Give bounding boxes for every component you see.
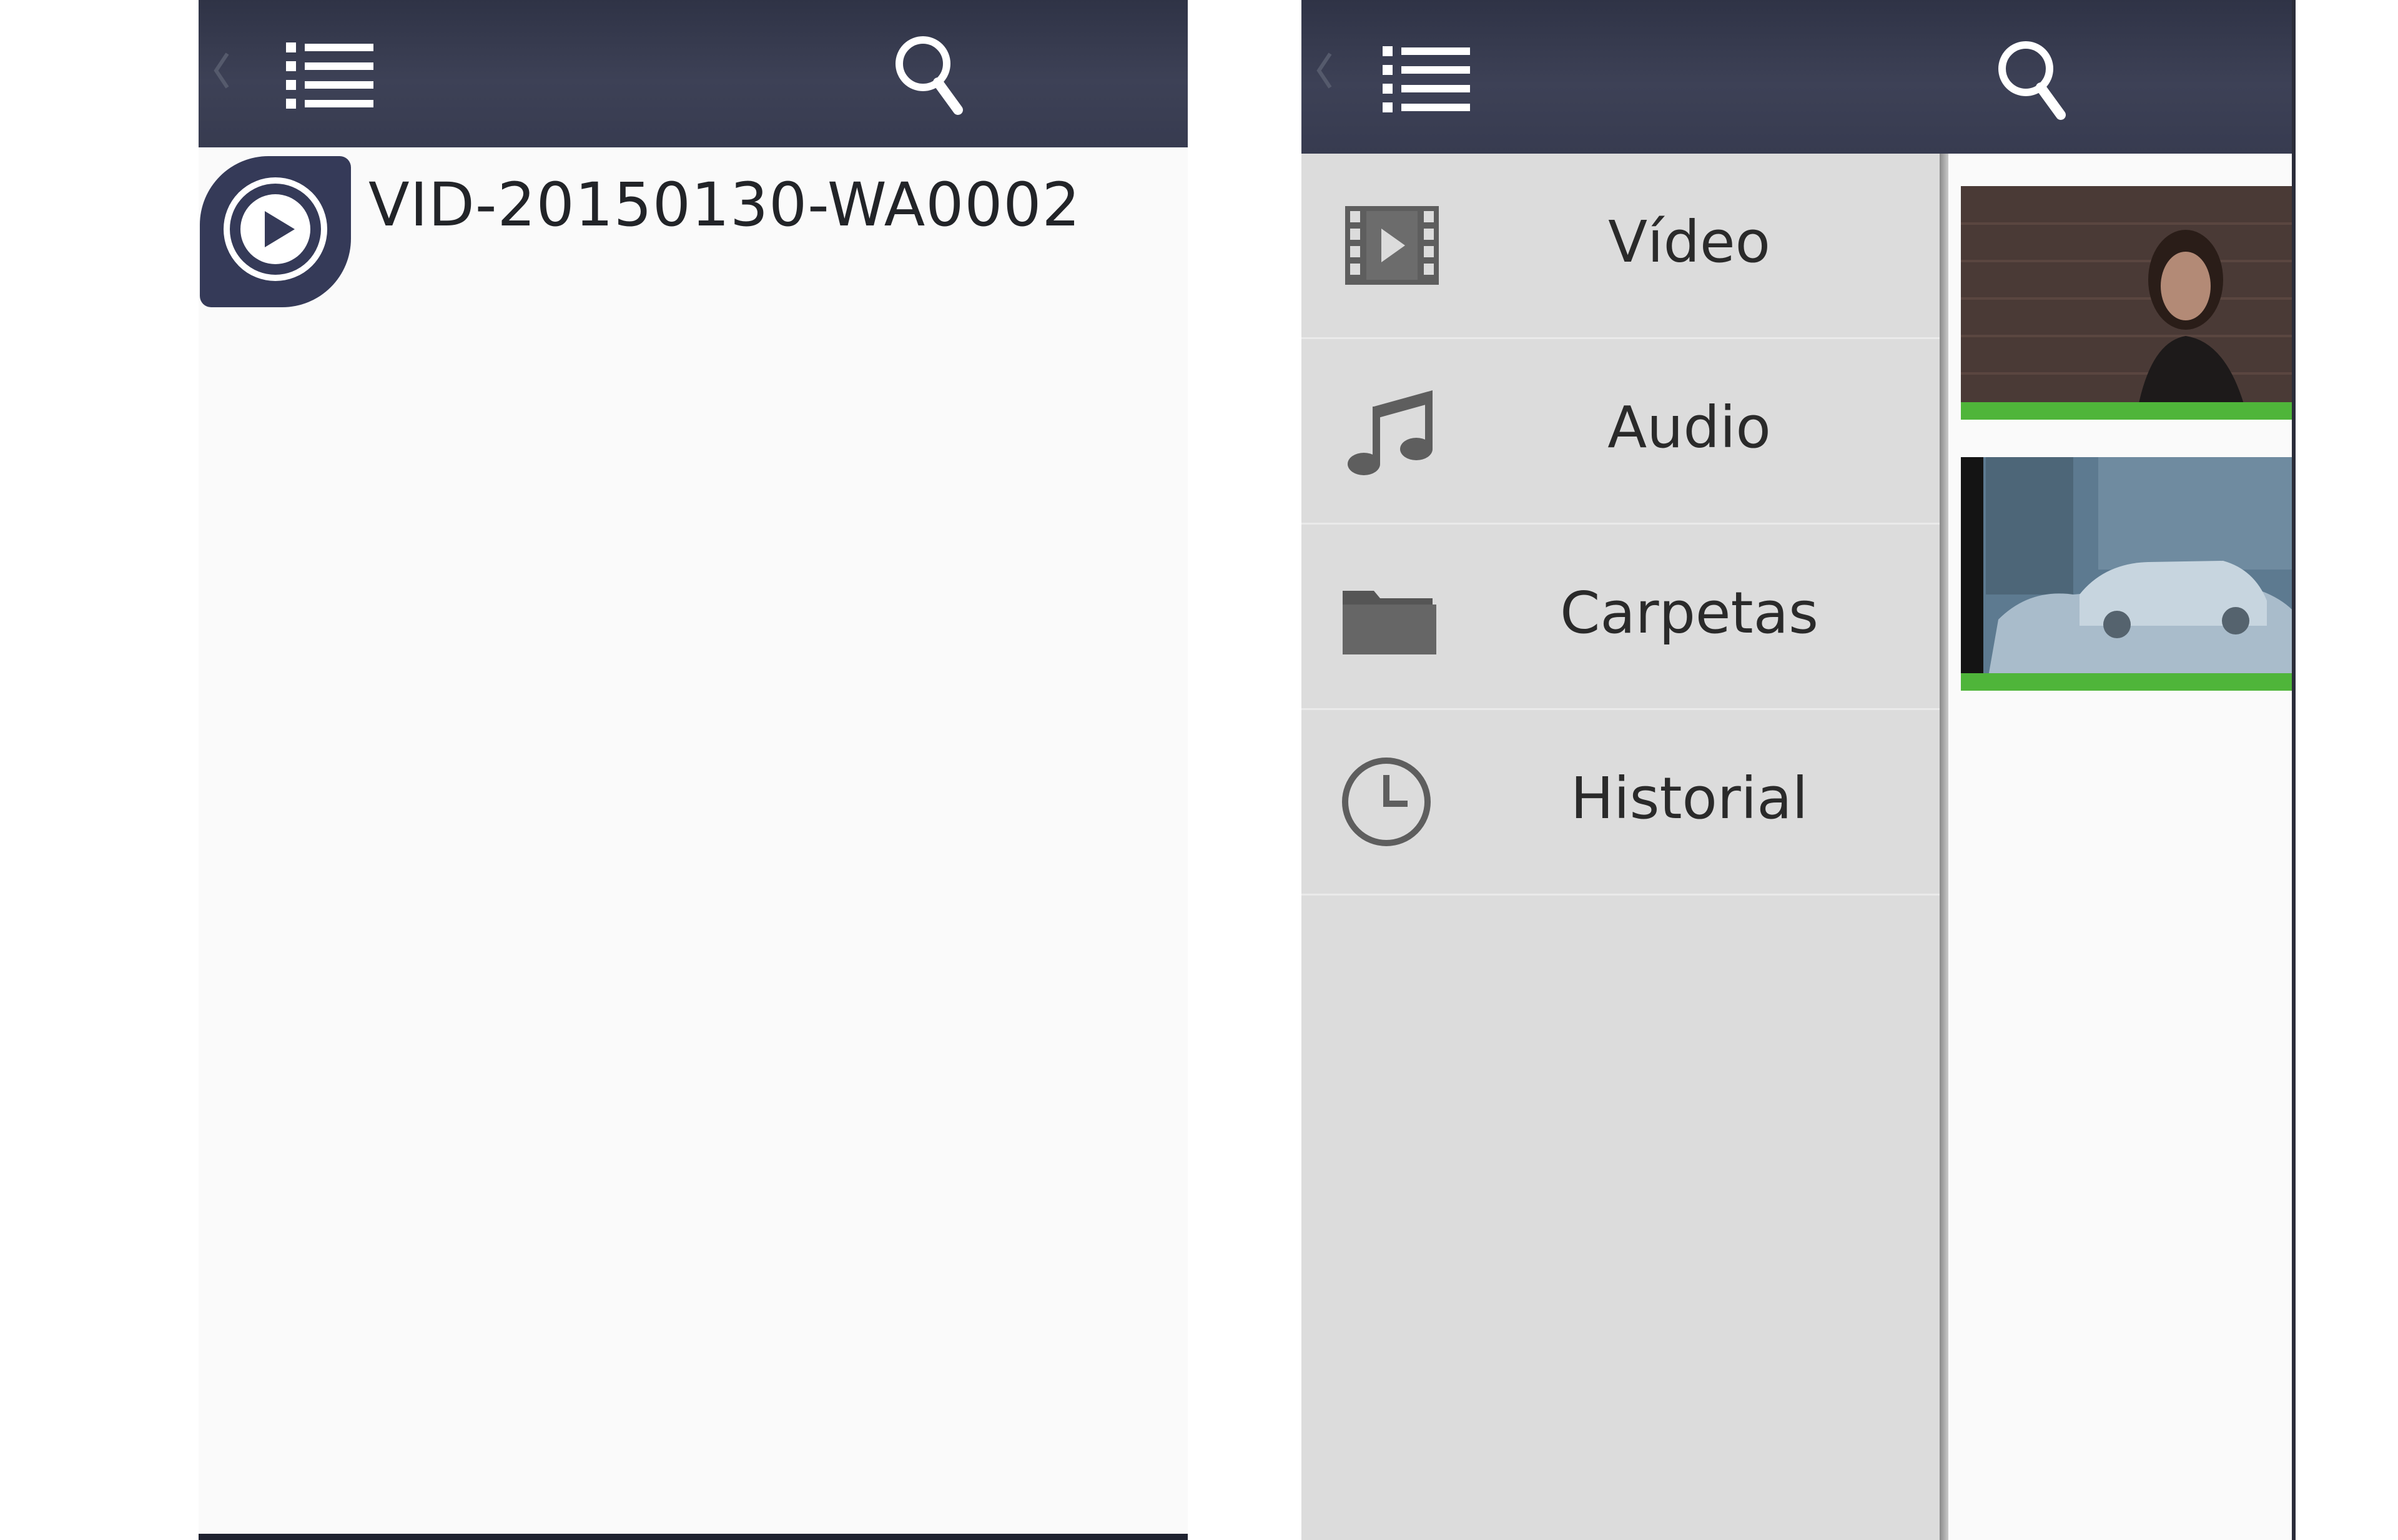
drawer-item-video[interactable]: Vídeo [1301,154,1940,339]
film-icon [1345,206,1439,285]
video-list-screen: VID-20150130-WA0002 [199,0,1188,1540]
app-bar [1301,0,2296,154]
play-circle-icon [224,177,327,281]
navigation-drawer: Vídeo Audio Carpetas Historial [1301,154,1940,1540]
video-thumbnail[interactable] [1961,457,2296,691]
back-chevron-icon[interactable] [1315,49,1334,92]
drawer-item-label: Carpetas [1560,580,1818,646]
video-thumbnail[interactable] [1961,186,2296,420]
menu-list-icon[interactable] [1376,35,1483,122]
menu-list-icon[interactable] [280,31,386,119]
drawer-item-history[interactable]: Historial [1301,710,1940,896]
progress-bar [1961,402,2296,420]
navigation-drawer-screen: Vídeo Audio Carpetas Historial [1301,0,2296,1540]
drawer-item-label: Vídeo [1608,209,1770,275]
bottom-bar [199,1534,1188,1540]
drawer-item-folders[interactable]: Carpetas [1301,525,1940,710]
drawer-item-label: Historial [1570,765,1808,832]
folder-icon [1343,591,1436,654]
search-icon[interactable] [1988,32,2076,126]
back-chevron-icon[interactable] [212,49,231,92]
file-name: VID-20150130-WA0002 [368,170,1081,240]
thumbnail-image [1961,457,2296,691]
progress-bar [1961,673,2296,691]
clock-icon [1342,758,1431,846]
search-icon[interactable] [886,27,973,121]
thumbnail-image [1961,186,2296,420]
music-note-icon [1348,390,1433,475]
screen-edge [2292,0,2296,1540]
drawer-shadow [1940,154,1948,1540]
drawer-item-audio[interactable]: Audio [1301,339,1940,525]
video-file-icon [200,156,351,307]
app-bar [199,0,1188,147]
list-item[interactable]: VID-20150130-WA0002 [199,156,1188,312]
drawer-item-label: Audio [1607,394,1771,461]
